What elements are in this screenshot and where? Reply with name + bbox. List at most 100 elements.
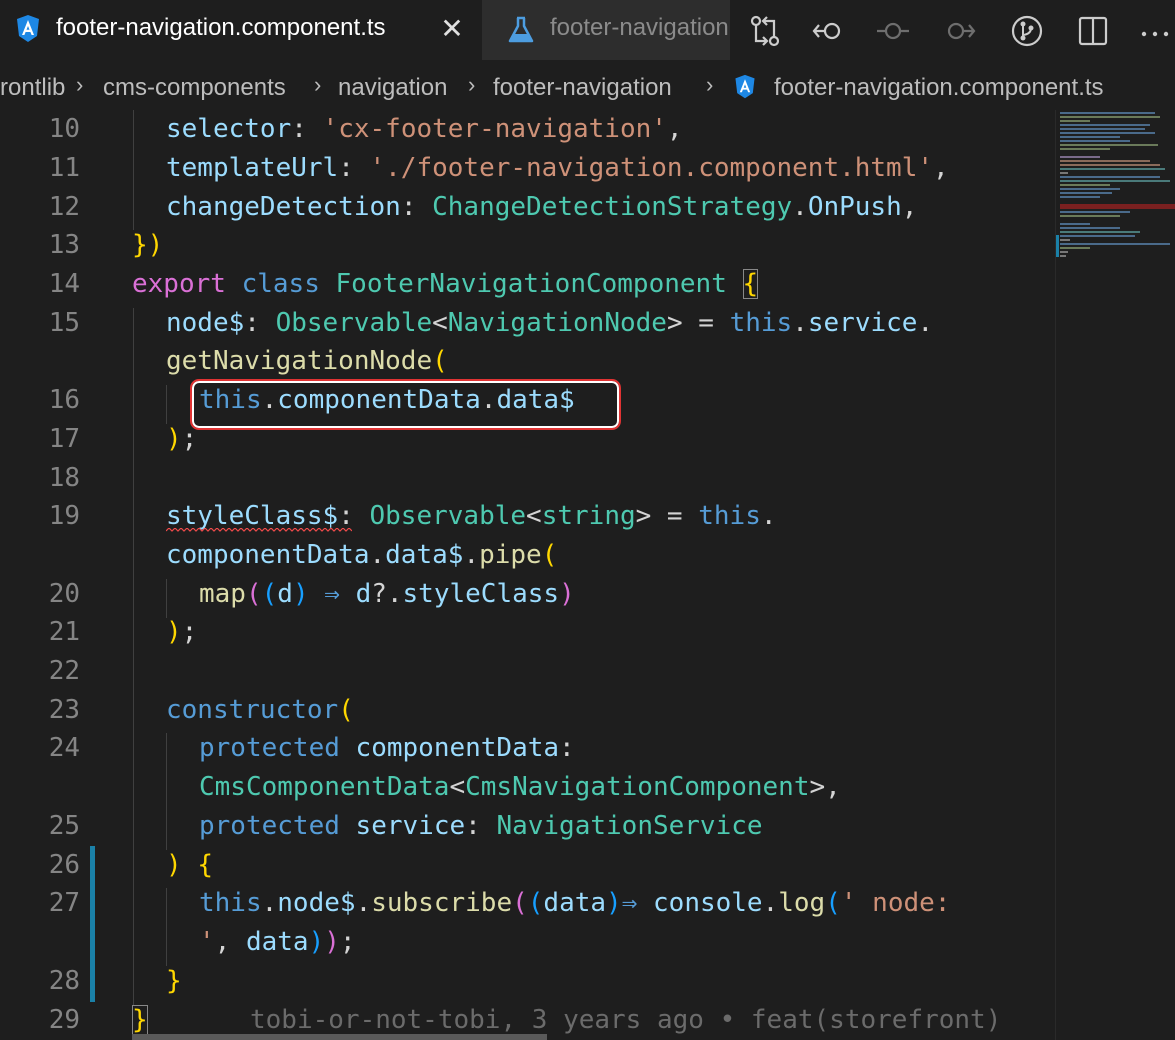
minimap-line [1060,128,1145,130]
minimap-line [1060,184,1110,186]
editor-actions [730,0,1175,60]
tab-footer-navigation-spec[interactable]: footer-navigation [482,0,730,60]
flask-icon [508,16,534,43]
breadcrumb-item[interactable]: navigation [338,74,447,102]
minimap[interactable] [1055,110,1175,1040]
code-line-25: protected service: NavigationService [199,811,763,841]
minimap-line [1060,223,1090,225]
indent-guide [133,110,134,230]
git-compare-icon[interactable] [748,14,782,48]
code-line-23: constructor( [166,695,354,725]
minimap-line [1060,112,1155,114]
line-number: 10 [48,114,80,144]
git-blame-annotation: tobi-or-not-tobi, 3 years ago • feat(sto… [250,1005,1002,1035]
go-back-icon[interactable] [812,14,846,48]
go-forward-icon[interactable] [942,14,976,48]
minimap-line [1060,211,1130,213]
error-squiggle [166,528,352,532]
indent-guide [133,308,134,1005]
code-line-27: this.node$.subscribe((data)⇒ console.log… [199,888,951,918]
breadcrumb-item[interactable]: footer-navigation [493,74,672,102]
git-commit-icon[interactable] [876,14,910,48]
line-number: 22 [48,656,80,686]
line-number: 11 [48,153,80,183]
minimap-line [1060,196,1100,198]
tab-footer-navigation-component-ts[interactable]: footer-navigation.component.ts ✕ [0,0,482,60]
minimap-line [1060,172,1068,174]
minimap-line [1060,140,1130,142]
minimap-line [1060,215,1120,217]
code-line-24-wrap: CmsComponentData<CmsNavigationComponent>… [199,772,841,802]
tab-label: footer-navigation [550,14,729,41]
code-line-24: protected componentData: [199,733,575,763]
line-number: 12 [48,192,80,222]
line-number: 23 [48,695,80,725]
angular-icon [735,74,755,99]
code-line-21: ); [166,617,198,647]
line-number: 15 [48,308,80,338]
code-editor[interactable]: 10 11 12 13 14 15 16 17 18 19 20 21 22 2… [0,110,1055,1040]
line-number: 28 [48,966,80,996]
minimap-line [1060,116,1160,118]
angular-icon [17,15,39,42]
code-line-15-wrap: getNavigationNode( [166,346,448,376]
code-line-20: map((d) ⇒ d?.styleClass) [199,579,575,609]
line-number: 24 [48,733,80,763]
minimap-line [1060,227,1120,229]
indent-guide [166,385,167,424]
minimap-line [1060,188,1120,190]
minimap-line [1060,136,1120,138]
code-line-26: ) { [166,850,213,880]
minimap-line [1060,168,1165,170]
chevron-right-icon: › [314,72,322,97]
code-line-19: styleClass$: Observable<string> = this. [166,501,777,531]
tab-bar: footer-navigation.component.ts ✕ footer-… [0,0,1175,60]
code-line-29: } [132,1005,148,1035]
breadcrumb-item[interactable]: cms-components [103,74,286,102]
split-editor-icon[interactable] [1076,14,1110,48]
code-line-11: templateUrl: './footer-navigation.compon… [166,153,949,183]
minimap-line [1060,247,1090,249]
minimap-line [1060,231,1140,233]
minimap-line [1060,255,1066,257]
minimap-line [1060,144,1158,146]
minimap-line [1060,164,1160,166]
chevron-right-icon: › [706,72,714,97]
code-line-27-wrap: ', data)); [199,927,356,957]
minimap-git-marker [1056,235,1059,257]
more-actions-icon[interactable] [1138,14,1172,48]
horizontal-scrollbar[interactable] [132,1034,547,1040]
line-number: 18 [48,463,80,493]
code-line-14: export class FooterNavigationComponent { [132,269,759,299]
minimap-error-line [1060,204,1175,209]
git-modified-marker [90,846,95,1002]
line-number: 14 [48,269,80,299]
minimap-line [1060,235,1135,237]
line-number: 17 [48,424,80,454]
code-line-12: changeDetection: ChangeDetectionStrategy… [166,192,918,222]
git-graph-icon[interactable] [1010,14,1044,48]
minimap-line [1060,132,1155,134]
indent-guide [166,888,167,966]
line-number: 26 [48,850,80,880]
chevron-right-icon: › [468,72,476,97]
breadcrumb-item[interactable]: rontlib [0,74,65,102]
line-number: 29 [48,1005,80,1035]
minimap-line [1060,160,1150,162]
minimap-line [1060,124,1150,126]
minimap-line [1060,176,1160,178]
code-line-10: selector: 'cx-footer-navigation', [166,114,683,144]
line-number: 27 [48,888,80,918]
line-number: 19 [48,501,80,531]
code-line-19-wrap: componentData.data$.pipe( [166,540,558,570]
breadcrumb: rontlib › cms-components › navigation › … [0,60,1175,110]
close-icon[interactable]: ✕ [438,12,466,46]
line-number: 25 [48,811,80,841]
chevron-right-icon: › [76,72,84,97]
minimap-line [1060,243,1170,245]
minimap-line [1060,251,1068,253]
breadcrumb-item[interactable]: footer-navigation.component.ts [774,74,1104,102]
code-line-13: }) [132,230,164,260]
code-line-15: node$: Observable<NavigationNode> = this… [166,308,934,338]
tab-label: footer-navigation.component.ts [56,14,386,41]
